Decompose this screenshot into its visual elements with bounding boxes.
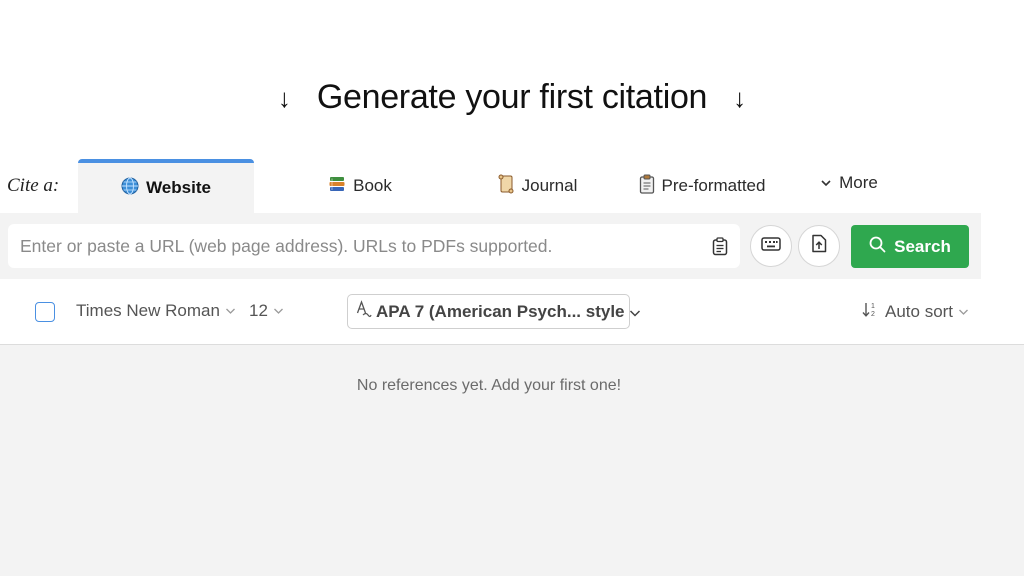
clipboard-icon xyxy=(639,174,655,199)
arrow-down-icon: ↓ xyxy=(733,82,747,113)
chevron-down-icon xyxy=(820,173,832,193)
tab-pre-formatted-label: Pre-formatted xyxy=(661,176,766,195)
search-button-label: Search xyxy=(894,236,951,256)
svg-text:2: 2 xyxy=(871,311,875,318)
font-family-dropdown[interactable]: Times New Roman xyxy=(76,301,236,321)
chevron-down-icon xyxy=(273,304,284,318)
chevron-down-icon xyxy=(958,305,969,319)
tab-book-label: Book xyxy=(353,176,392,195)
url-search-bar: Search xyxy=(0,213,981,279)
select-all-checkbox[interactable] xyxy=(35,302,55,322)
page-heading: ↓ Generate your first citation ↓ xyxy=(0,78,1024,117)
source-type-tabs: Cite a: Website Book Journal Pre-formatt… xyxy=(0,159,981,213)
upload-file-button[interactable] xyxy=(798,225,840,267)
citation-generator-page: ↓ Generate your first citation ↓ Cite a:… xyxy=(0,0,1024,576)
tab-more-label: More xyxy=(839,173,878,192)
tab-journal[interactable]: Journal xyxy=(466,159,608,213)
citation-style-value: APA 7 (American Psych... style xyxy=(376,301,625,321)
search-icon xyxy=(869,236,886,258)
file-upload-icon xyxy=(811,234,827,258)
chevron-down-icon xyxy=(225,304,236,318)
globe-icon xyxy=(121,177,139,200)
books-icon xyxy=(328,175,346,198)
font-size-value: 12 xyxy=(249,301,268,320)
paste-clipboard-icon[interactable] xyxy=(708,234,732,258)
manual-entry-button[interactable] xyxy=(750,225,792,267)
scroll-icon xyxy=(497,174,515,199)
chevron-down-icon xyxy=(629,302,641,322)
sort-dropdown[interactable]: 1 2 Auto sort xyxy=(862,301,969,323)
tab-website[interactable]: Website xyxy=(78,159,254,213)
tab-pre-formatted[interactable]: Pre-formatted xyxy=(608,159,796,213)
citation-style-icon xyxy=(356,300,372,323)
tab-journal-label: Journal xyxy=(521,176,578,195)
arrow-down-icon: ↓ xyxy=(277,82,291,113)
empty-references-message: No references yet. Add your first one! xyxy=(356,377,622,394)
sort-icon: 1 2 xyxy=(862,301,880,323)
citation-style-dropdown[interactable]: APA 7 (American Psych... style xyxy=(347,294,640,329)
sort-value: Auto sort xyxy=(885,302,954,321)
svg-text:1: 1 xyxy=(871,303,875,310)
references-list: No references yet. Add your first one! xyxy=(0,345,1024,576)
page-title: Generate your first citation xyxy=(316,78,708,116)
tab-website-label: Website xyxy=(146,178,211,197)
tab-book[interactable]: Book xyxy=(254,159,466,213)
search-button[interactable]: Search xyxy=(851,225,969,268)
citation-options-bar: Times New Roman 12 APA 7 (American Psych… xyxy=(0,279,1024,345)
keyboard-icon xyxy=(761,236,781,256)
url-input-container xyxy=(8,224,740,268)
tab-more[interactable]: More xyxy=(796,159,902,213)
url-input[interactable] xyxy=(8,224,740,268)
cite-a-label: Cite a: xyxy=(7,175,60,196)
font-family-value: Times New Roman xyxy=(76,301,220,320)
font-size-dropdown[interactable]: 12 xyxy=(249,301,284,321)
